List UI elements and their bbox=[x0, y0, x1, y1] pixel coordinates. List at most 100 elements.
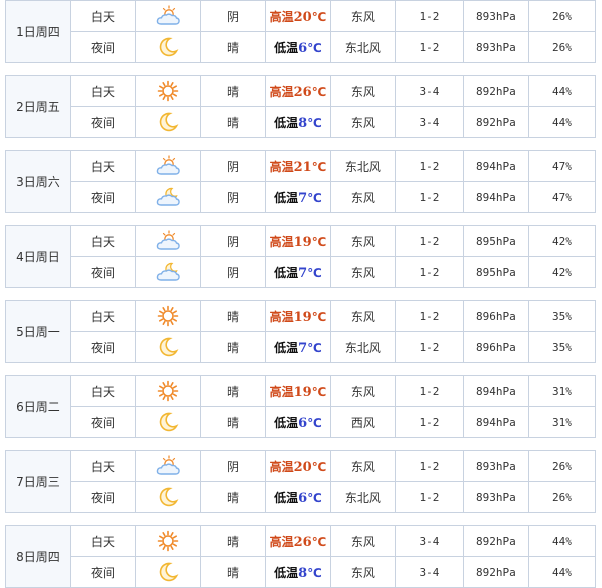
low-temp-label: 低温 bbox=[274, 565, 299, 580]
humidity-value: 44% bbox=[552, 566, 572, 579]
high-temp-label: 高温 bbox=[269, 84, 294, 99]
icon-cell bbox=[134, 31, 201, 63]
temp-unit: ℃ bbox=[307, 115, 322, 130]
weather-label: 阴 bbox=[226, 190, 239, 205]
humidity-cell: 26% bbox=[527, 0, 597, 32]
date-label: 8日周四 bbox=[16, 550, 60, 564]
humidity-value: 35% bbox=[552, 310, 572, 323]
wind-force: 1-2 bbox=[419, 41, 440, 54]
humidity-cell: 44% bbox=[527, 556, 597, 588]
humidity-value: 44% bbox=[552, 535, 572, 548]
forecast-day: 1日周四 白天 阴 高温20℃ 东风 1-2 893hPa 26% 夜间 晴 低… bbox=[5, 0, 597, 63]
period-cell: 白天 bbox=[69, 375, 136, 407]
temp-unit: ℃ bbox=[311, 384, 327, 399]
period-label: 夜间 bbox=[90, 565, 115, 580]
daytime-row: 2日周五 白天 晴 高温26℃ 东风 3-4 892hPa 44% bbox=[5, 75, 597, 138]
wind-direction: 东风 bbox=[350, 190, 375, 205]
weather-cell: 晴 bbox=[199, 300, 266, 332]
temp-unit: ℃ bbox=[311, 234, 327, 249]
low-temp-value: 6 bbox=[298, 40, 308, 56]
weather-cell: 晴 bbox=[199, 75, 266, 107]
high-temp-value: 19 bbox=[293, 384, 312, 400]
pressure-value: 892hPa bbox=[476, 85, 516, 98]
forecast-date: 3日周六 bbox=[5, 150, 71, 213]
period-label: 白天 bbox=[90, 534, 115, 549]
temp-cell: 高温20℃ bbox=[264, 450, 331, 482]
sun-icon bbox=[155, 530, 181, 552]
wind-direction: 东风 bbox=[350, 234, 375, 249]
period-label: 夜间 bbox=[90, 115, 115, 130]
pressure-cell: 893hPa bbox=[462, 450, 529, 482]
humidity-cell: 35% bbox=[527, 331, 597, 363]
icon-cell bbox=[134, 450, 201, 482]
humidity-value: 44% bbox=[552, 116, 572, 129]
wind-force: 1-2 bbox=[419, 10, 440, 23]
humidity-cell: 44% bbox=[527, 525, 597, 557]
period-cell: 夜间 bbox=[69, 181, 136, 213]
low-temp-label: 低温 bbox=[274, 490, 299, 505]
forecast-list: 1日周四 白天 阴 高温20℃ 东风 1-2 893hPa 26% 夜间 晴 低… bbox=[5, 0, 597, 588]
pressure-value: 892hPa bbox=[476, 535, 516, 548]
temp-unit: ℃ bbox=[311, 534, 327, 549]
wind-cell: 东风 bbox=[329, 225, 396, 257]
pressure-value: 896hPa bbox=[476, 310, 516, 323]
high-temp-label: 高温 bbox=[269, 309, 294, 324]
pressure-value: 892hPa bbox=[476, 566, 516, 579]
high-temp-label: 高温 bbox=[269, 459, 294, 474]
weather-label: 晴 bbox=[226, 490, 239, 505]
cloudy-moon-icon bbox=[155, 261, 181, 283]
day-separator bbox=[5, 513, 596, 525]
date-label: 5日周一 bbox=[16, 325, 60, 339]
force-cell: 3-4 bbox=[394, 556, 464, 588]
wind-force: 3-4 bbox=[419, 85, 440, 98]
force-cell: 1-2 bbox=[394, 481, 464, 513]
day-separator bbox=[5, 363, 596, 375]
weather-cell: 晴 bbox=[199, 556, 266, 588]
wind-cell: 东风 bbox=[329, 556, 396, 588]
high-temp-value: 20 bbox=[293, 9, 312, 25]
temp-cell: 高温26℃ bbox=[264, 525, 331, 557]
day-separator bbox=[5, 63, 596, 75]
temp-unit: ℃ bbox=[307, 40, 322, 55]
period-label: 白天 bbox=[90, 9, 115, 24]
humidity-value: 44% bbox=[552, 85, 572, 98]
forecast-date: 8日周四 bbox=[5, 525, 71, 588]
nighttime-row: 夜间 晴 低温6℃ 东北风 1-2 893hPa 26% bbox=[6, 481, 597, 513]
wind-force: 1-2 bbox=[419, 310, 440, 323]
cloudy-sun-icon bbox=[155, 455, 181, 477]
nighttime-row: 夜间 阴 低温7℃ 东风 1-2 895hPa 42% bbox=[6, 256, 597, 288]
period-label: 夜间 bbox=[90, 265, 115, 280]
force-cell: 1-2 bbox=[394, 300, 464, 332]
icon-cell bbox=[134, 556, 201, 588]
low-temp-label: 低温 bbox=[274, 340, 299, 355]
icon-cell bbox=[134, 300, 201, 332]
icon-cell bbox=[134, 256, 201, 288]
icon-cell bbox=[134, 0, 201, 32]
low-temp-value: 8 bbox=[298, 565, 308, 581]
period-cell: 夜间 bbox=[69, 556, 136, 588]
wind-direction: 西风 bbox=[350, 415, 375, 430]
forecast-date: 5日周一 bbox=[5, 300, 71, 363]
wind-force: 3-4 bbox=[419, 535, 440, 548]
period-label: 夜间 bbox=[90, 415, 115, 430]
weather-label: 晴 bbox=[226, 84, 239, 99]
wind-cell: 东风 bbox=[329, 0, 396, 32]
temp-unit: ℃ bbox=[311, 159, 327, 174]
force-cell: 1-2 bbox=[394, 181, 464, 213]
wind-direction: 东北风 bbox=[344, 159, 381, 174]
low-temp-label: 低温 bbox=[274, 40, 299, 55]
high-temp-value: 26 bbox=[293, 534, 312, 550]
wind-direction: 东风 bbox=[350, 265, 375, 280]
weather-label: 阴 bbox=[226, 265, 239, 280]
weather-label: 阴 bbox=[226, 159, 239, 174]
pressure-cell: 893hPa bbox=[462, 481, 529, 513]
wind-force: 1-2 bbox=[419, 416, 440, 429]
pressure-cell: 894hPa bbox=[462, 375, 529, 407]
weather-cell: 阴 bbox=[199, 450, 266, 482]
forecast-date: 7日周三 bbox=[5, 450, 71, 513]
humidity-cell: 47% bbox=[527, 150, 597, 182]
forecast-day: 4日周日 白天 阴 高温19℃ 东风 1-2 895hPa 42% 夜间 阴 低… bbox=[5, 225, 597, 288]
nighttime-row: 夜间 晴 低温6℃ 西风 1-2 894hPa 31% bbox=[6, 406, 597, 438]
low-temp-value: 7 bbox=[298, 340, 308, 356]
temp-unit: ℃ bbox=[307, 565, 322, 580]
